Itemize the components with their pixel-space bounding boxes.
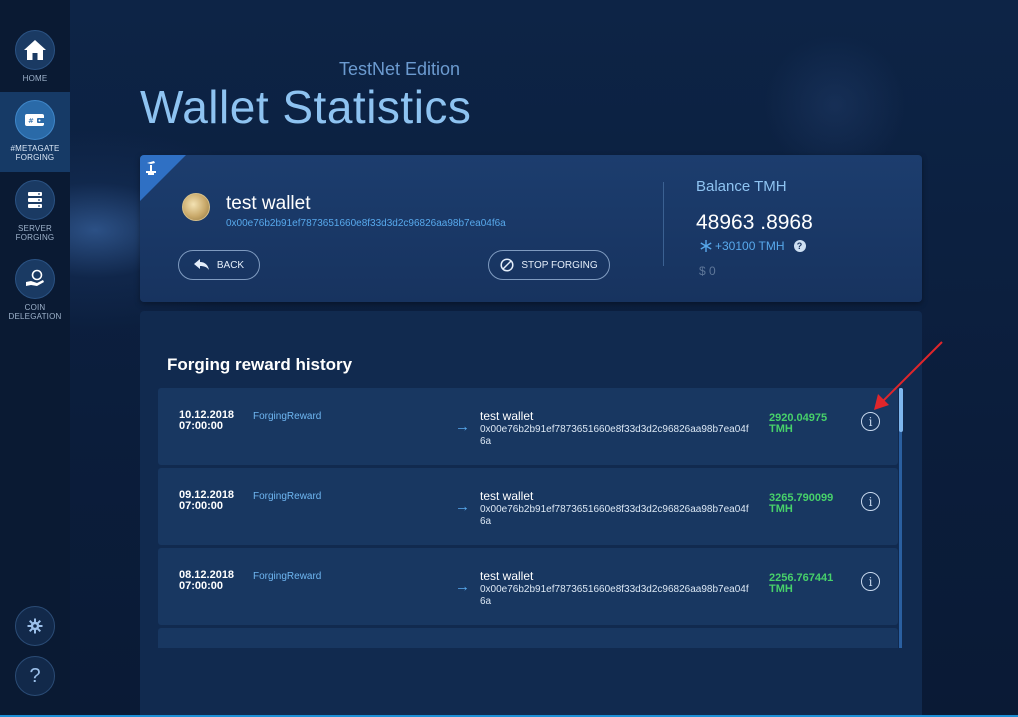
edition-label: TestNet Edition xyxy=(339,59,461,79)
row-type: ForgingReward xyxy=(253,491,322,502)
row-time: 07:00:00 xyxy=(179,420,224,432)
sidebar-item-coin-delegation[interactable]: COIN DELEGATION xyxy=(0,259,70,329)
balance-label: Balance TMH xyxy=(696,178,787,195)
annotation-arrow xyxy=(874,341,943,410)
reward-history-title: Forging reward history xyxy=(167,355,353,374)
sidebar-item-label: HOME xyxy=(22,74,48,83)
help-label: ? xyxy=(29,664,41,687)
balance-usd: $ 0 xyxy=(699,264,716,278)
help-button[interactable]: ? xyxy=(15,656,55,696)
table-row[interactable] xyxy=(158,628,898,648)
row-wallet-address: 0x00e76b2b91ef7873651660e8f33d3d2c96826a… xyxy=(480,584,749,607)
delta-help-icon[interactable]: ? xyxy=(793,240,806,252)
sidebar: HOME # #METAGATE FORGING SERVER FORGING … xyxy=(0,0,70,717)
back-arrow-icon xyxy=(193,259,209,270)
arrow-right-icon: → xyxy=(455,578,470,595)
hand-coin-icon xyxy=(15,259,55,299)
back-button[interactable]: BACK xyxy=(178,250,260,280)
row-type: ForgingReward xyxy=(253,571,322,582)
row-datetime: 09.12.2018 07:00:00 xyxy=(179,490,234,512)
row-amount: 2256.767441 TMH xyxy=(769,573,833,595)
server-icon xyxy=(15,180,55,220)
arrow-right-icon: → xyxy=(455,498,470,515)
reward-history-list: 10.12.2018 07:00:00 ForgingReward → test… xyxy=(158,388,903,648)
wallet-avatar xyxy=(182,193,210,221)
wallet-address: 0x00e76b2b91ef7873651660e8f33d3d2c96826a… xyxy=(226,218,506,229)
forging-delta-value: +30100 TMH xyxy=(715,239,785,253)
row-amount-unit: TMH xyxy=(769,583,793,595)
home-icon xyxy=(15,30,55,70)
reward-history-panel: Forging reward history 10.12.2018 07:00:… xyxy=(140,311,922,717)
back-label: BACK xyxy=(216,259,245,271)
table-row[interactable]: 09.12.2018 07:00:00 ForgingReward → test… xyxy=(158,468,898,545)
sidebar-item-server-forging[interactable]: SERVER FORGING xyxy=(0,180,70,250)
row-wallet-name: test wallet xyxy=(480,569,534,583)
row-time: 07:00:00 xyxy=(179,580,224,592)
info-icon[interactable]: i xyxy=(861,492,880,511)
forging-icon xyxy=(146,161,156,175)
stop-forging-label: STOP FORGING xyxy=(521,259,598,271)
wallet-name: test wallet xyxy=(226,193,311,214)
row-wallet-address: 0x00e76b2b91ef7873651660e8f33d3d2c96826a… xyxy=(480,424,749,447)
row-amount: 3265.790099 TMH xyxy=(769,493,833,515)
row-datetime: 10.12.2018 07:00:00 xyxy=(179,410,234,432)
wallet-card: test wallet 0x00e76b2b91ef7873651660e8f3… xyxy=(140,155,922,302)
info-icon[interactable]: i xyxy=(861,572,880,591)
card-divider xyxy=(663,182,664,266)
row-amount: 2920.04975 TMH xyxy=(769,413,827,435)
row-wallet-name: test wallet xyxy=(480,409,534,423)
table-row[interactable]: 10.12.2018 07:00:00 ForgingReward → test… xyxy=(158,388,898,465)
row-amount-unit: TMH xyxy=(769,423,793,435)
row-amount-unit: TMH xyxy=(769,503,793,515)
sidebar-item-metagate-forging[interactable]: # #METAGATE FORGING xyxy=(0,92,70,172)
row-time: 07:00:00 xyxy=(179,500,224,512)
sidebar-item-label: SERVER FORGING xyxy=(15,224,55,242)
table-row[interactable]: 08.12.2018 07:00:00 ForgingReward → test… xyxy=(158,548,898,625)
row-type: ForgingReward xyxy=(253,411,322,422)
row-wallet-name: test wallet xyxy=(480,489,534,503)
row-datetime: 08.12.2018 07:00:00 xyxy=(179,570,234,592)
page-title: Wallet Statistics xyxy=(140,81,472,133)
row-wallet-address: 0x00e76b2b91ef7873651660e8f33d3d2c96826a… xyxy=(480,504,749,527)
balance-value: 48963 .8968 xyxy=(696,211,813,234)
sidebar-item-label: #METAGATE FORGING xyxy=(10,144,60,162)
wallet-icon: # xyxy=(15,100,55,140)
gear-icon xyxy=(27,618,43,634)
sidebar-item-home[interactable]: HOME xyxy=(0,30,70,90)
arrow-right-icon: → xyxy=(455,418,470,435)
stop-icon xyxy=(500,258,514,272)
snowflake-icon xyxy=(700,240,712,252)
stop-forging-button[interactable]: STOP FORGING xyxy=(488,250,610,280)
settings-button[interactable] xyxy=(15,606,55,646)
forging-delta: +30100 TMH ? xyxy=(700,239,806,253)
sidebar-item-label: COIN DELEGATION xyxy=(8,303,62,321)
svg-text:#: # xyxy=(28,117,34,125)
